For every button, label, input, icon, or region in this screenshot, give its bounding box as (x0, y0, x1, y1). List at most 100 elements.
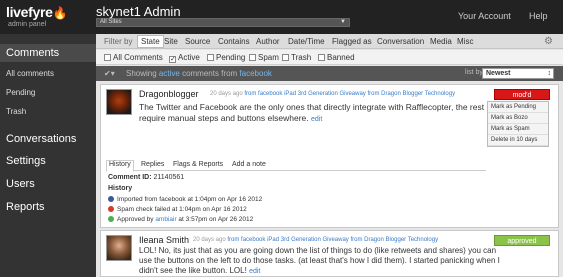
history-text: Spam check failed at 1:04pm on Apr 16 20… (117, 206, 247, 213)
sidebar-item-trash[interactable]: Trash (0, 107, 96, 116)
checkbox-pending[interactable]: Pending (207, 53, 245, 62)
comment-meta: 20 days ago from facebook iPad 3rd Gener… (210, 91, 455, 97)
checkbox-label: Spam (258, 53, 279, 62)
site-select-value: All Sites (100, 19, 122, 25)
gear-icon[interactable]: ⚙ (544, 36, 553, 47)
comment-id: Comment ID: 21140561 (108, 174, 184, 181)
tab-replies[interactable]: Replies (141, 161, 164, 168)
checkbox-label: Trash (291, 53, 312, 62)
action-delete[interactable]: Delete in 10 days (488, 135, 548, 146)
history-text: Approved by (117, 216, 156, 223)
flame-icon: 🔥 (52, 6, 68, 20)
comment-source-link[interactable]: from facebook (244, 91, 282, 97)
showing-summary: Showing active comments from facebook (126, 69, 272, 78)
checkbox-trash[interactable]: Trash (282, 53, 311, 62)
conversation-link[interactable]: iPad 3rd Generation Giveaway from Dragon… (284, 91, 455, 97)
page-title: skynet1 Admin (96, 4, 181, 19)
chevron-down-icon: ↕ (547, 70, 552, 77)
showing-prefix: Showing (126, 69, 157, 78)
comment-author[interactable]: Dragonblogger (139, 89, 199, 99)
showing-middle: comments from (182, 69, 238, 78)
tab-history[interactable]: History (106, 160, 134, 172)
sidebar-item-pending[interactable]: Pending (0, 88, 96, 97)
filter-tab-flagged-as[interactable]: Flagged as (332, 37, 372, 46)
showing-source[interactable]: facebook (239, 69, 271, 78)
sidebar-item-users[interactable]: Users (0, 178, 96, 190)
history-item: Approved by ambiair at 3:57pm on Apr 26 … (108, 216, 253, 223)
checkbox-label: Banned (327, 53, 355, 62)
logo-text: livefyre (6, 4, 53, 20)
edit-link[interactable]: edit (311, 116, 322, 123)
filter-label: Filter by (104, 37, 133, 46)
help-link[interactable]: Help (529, 11, 548, 21)
avatar[interactable] (106, 235, 132, 261)
status-button[interactable]: mod'd (494, 89, 550, 100)
comment-meta: 20 days ago from facebook iPad 3rd Gener… (193, 237, 438, 243)
filter-tab-site[interactable]: Site (164, 37, 178, 46)
sidebar-item-conversations[interactable]: Conversations (0, 133, 96, 145)
filter-tab-author[interactable]: Author (256, 37, 280, 46)
history-text: at 3:57pm on Apr 26 2012 (176, 216, 254, 223)
showing-bar: ✔▾ Showing active comments from facebook… (96, 66, 563, 81)
comment-time: 20 days ago (193, 237, 226, 243)
checkbox-all-comments[interactable]: All Comments (104, 53, 163, 62)
sidebar-item-reports[interactable]: Reports (0, 201, 96, 213)
comment-body: The Twitter and Facebook are the only on… (139, 102, 511, 125)
checkbox-spam[interactable]: Spam (249, 53, 279, 62)
check-icon (108, 216, 114, 222)
checkbox-label: Pending (216, 53, 246, 62)
filter-tab-source[interactable]: Source (185, 37, 210, 46)
history-text: Imported from facebook at 1:04pm on Apr … (117, 196, 263, 203)
action-mark-bozo[interactable]: Mark as Bozo (488, 113, 548, 124)
comment-card: Ileana Smith 20 days ago from facebook i… (100, 230, 559, 277)
conversation-link[interactable]: iPad 3rd Generation Giveaway from Dragon… (267, 237, 438, 243)
action-mark-spam[interactable]: Mark as Spam (488, 124, 548, 135)
your-account-link[interactable]: Your Account (458, 11, 511, 21)
filter-tab-state[interactable]: State (137, 35, 164, 48)
chevron-down-icon: ▼ (340, 19, 346, 25)
tab-add-note[interactable]: Add a note (232, 161, 266, 168)
collapse-icon[interactable]: ✔▾ (104, 69, 115, 78)
checkbox-active[interactable]: ✓ Active (169, 53, 200, 63)
status-actions-menu: Mark as Pending Mark as Bozo Mark as Spa… (487, 101, 549, 147)
showing-state[interactable]: active (159, 69, 180, 78)
comment-detail-tabs: History Replies Flags & Reports Add a no… (106, 160, 486, 172)
comment-body: LOL! No, its just that as you are going … (139, 246, 511, 277)
site-select[interactable]: All Sites ▼ (96, 18, 350, 27)
logo-subtitle: admin panel (8, 21, 47, 28)
comment-author[interactable]: Ileana Smith (139, 235, 189, 245)
sidebar: Comments All comments Pending Trash Conv… (0, 34, 96, 277)
filter-tab-conversation[interactable]: Conversation (377, 37, 424, 46)
comment-text: LOL! No, its just that as you are going … (139, 246, 500, 275)
sort-select-value: Newest (486, 70, 511, 77)
filter-tab-misc[interactable]: Misc (457, 37, 473, 46)
action-mark-pending[interactable]: Mark as Pending (488, 102, 548, 113)
history-item: Spam check failed at 1:04pm on Apr 16 20… (108, 206, 247, 213)
logo[interactable]: livefyre🔥 (6, 4, 68, 20)
checkbox-banned[interactable]: Banned (318, 53, 355, 62)
filter-tab-contains[interactable]: Contains (218, 37, 250, 46)
comment-time: 20 days ago (210, 91, 243, 97)
sidebar-item-all-comments[interactable]: All comments (0, 69, 96, 78)
edit-link[interactable]: edit (249, 268, 260, 275)
filter-tab-date-time[interactable]: Date/Time (288, 37, 325, 46)
comment-source-link[interactable]: from facebook (227, 237, 265, 243)
sidebar-item-comments[interactable]: Comments (0, 44, 96, 62)
history-heading: History (108, 185, 133, 192)
comment-card: Dragonblogger 20 days ago from facebook … (100, 84, 559, 228)
user-link[interactable]: ambiair (155, 216, 176, 223)
facebook-icon (108, 196, 114, 202)
filter-tab-media[interactable]: Media (430, 37, 452, 46)
sidebar-item-settings[interactable]: Settings (0, 155, 96, 167)
checkbox-label: All Comments (113, 53, 163, 62)
main-panel: Filter by State Site Source Contains Aut… (96, 34, 563, 277)
top-bar: livefyre🔥 admin panel skynet1 Admin All … (0, 0, 563, 34)
state-filter-row: All Comments ✓ Active Pending Spam Trash … (96, 50, 563, 65)
tab-flags-reports[interactable]: Flags & Reports (173, 161, 223, 168)
avatar[interactable] (106, 89, 132, 115)
sort-select[interactable]: Newest ↕ (482, 68, 554, 79)
history-item: Imported from facebook at 1:04pm on Apr … (108, 196, 262, 203)
spam-icon (108, 206, 114, 212)
list-by-label: list by (465, 69, 483, 76)
status-button[interactable]: approved (494, 235, 550, 246)
